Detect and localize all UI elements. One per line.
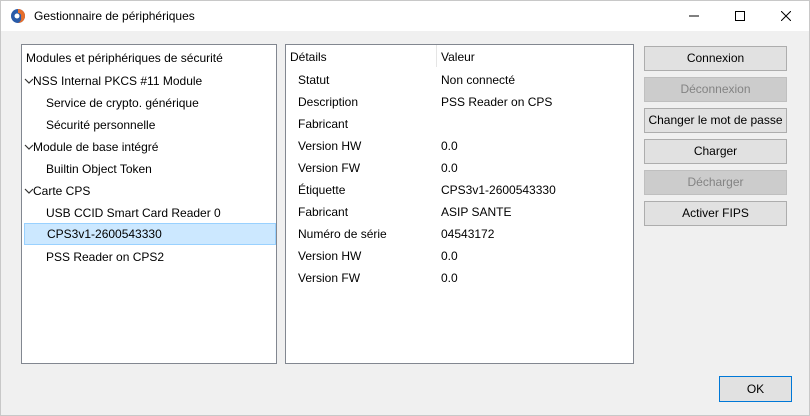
tree-item-personal-security[interactable]: Sécurité personnelle (24, 114, 276, 136)
column-separator[interactable] (436, 45, 437, 67)
detail-key: Fabricant (298, 205, 349, 219)
detail-value: 0.0 (441, 249, 458, 263)
security-modules-tree[interactable]: Modules et périphériques de sécurité NSS… (21, 44, 277, 364)
tree-item-label: Carte CPS (33, 184, 91, 198)
detail-row[interactable]: Numéro de série 04543172 (286, 223, 633, 245)
tree-item-label: PSS Reader on CPS2 (46, 250, 165, 264)
firefox-icon (11, 9, 25, 23)
tree-item-builtin-object-token[interactable]: Builtin Object Token (24, 158, 276, 180)
detail-row[interactable]: Version HW 0.0 (286, 245, 633, 267)
detail-key: Version HW (298, 249, 362, 263)
maximize-button[interactable] (717, 1, 763, 31)
deconnexion-button[interactable]: Déconnexion (644, 77, 787, 102)
tree-item-label: Service de crypto. générique (46, 96, 199, 110)
close-button[interactable] (763, 1, 809, 31)
detail-row[interactable]: Fabricant (286, 113, 633, 135)
detail-row[interactable]: Description PSS Reader on CPS (286, 91, 633, 113)
detail-value: 0.0 (441, 161, 458, 175)
minimize-button[interactable] (671, 1, 717, 31)
minimize-icon (689, 15, 699, 17)
detail-value: CPS3v1-2600543330 (441, 183, 556, 197)
detail-key: Description (298, 95, 359, 109)
connexion-button[interactable]: Connexion (644, 46, 787, 71)
charger-button[interactable]: Charger (644, 139, 787, 164)
detail-key: Fabricant (298, 117, 349, 131)
close-icon (781, 11, 791, 21)
activer-fips-button[interactable]: Activer FIPS (644, 201, 787, 226)
details-table[interactable]: Détails Valeur Statut Non connecté Descr… (285, 44, 634, 364)
tree-item-usb-ccid-reader[interactable]: USB CCID Smart Card Reader 0 (24, 202, 276, 224)
tree-item-label: Module de base intégré (33, 140, 159, 154)
change-password-button[interactable]: Changer le mot de passe (644, 108, 787, 133)
title-bar[interactable]: Gestionnaire de périphériques (1, 1, 809, 31)
detail-row[interactable]: Étiquette CPS3v1-2600543330 (286, 179, 633, 201)
tree-item-nss-internal-module[interactable]: NSS Internal PKCS #11 Module (24, 70, 276, 92)
detail-row[interactable]: Statut Non connecté (286, 69, 633, 91)
tree-item-label: CPS3v1-2600543330 (47, 227, 162, 241)
tree-header: Modules et périphériques de sécurité (26, 51, 223, 65)
detail-value: PSS Reader on CPS (441, 95, 553, 109)
detail-key: Version HW (298, 139, 362, 153)
tree-item-generic-crypto-service[interactable]: Service de crypto. générique (24, 92, 276, 114)
tree-item-pss-reader-cps2[interactable]: PSS Reader on CPS2 (24, 246, 276, 268)
detail-key: Statut (298, 73, 330, 87)
tree-item-label: NSS Internal PKCS #11 Module (33, 74, 203, 88)
detail-row[interactable]: Fabricant ASIP SANTE (286, 201, 633, 223)
column-header-details[interactable]: Détails (290, 45, 327, 69)
detail-key: Étiquette (298, 183, 346, 197)
device-manager-window: Gestionnaire de périphériques Modules et… (0, 0, 810, 416)
detail-row[interactable]: Version FW 0.0 (286, 157, 633, 179)
detail-value: Non connecté (441, 73, 516, 87)
detail-key: Version FW (298, 161, 361, 175)
tree-item-cps3v1[interactable]: CPS3v1-2600543330 (24, 223, 276, 245)
ok-button[interactable]: OK (719, 376, 792, 402)
tree-item-label: Sécurité personnelle (46, 118, 156, 132)
detail-value: ASIP SANTE (441, 205, 512, 219)
tree-item-label: Builtin Object Token (46, 162, 152, 176)
detail-key: Numéro de série (298, 227, 387, 241)
detail-value: 04543172 (441, 227, 495, 241)
detail-value: 0.0 (441, 271, 458, 285)
maximize-icon (735, 11, 745, 21)
tree-item-label: USB CCID Smart Card Reader 0 (46, 206, 221, 220)
tree-item-builtin-module[interactable]: Module de base intégré (24, 136, 276, 158)
detail-value: 0.0 (441, 139, 458, 153)
window-title: Gestionnaire de périphériques (34, 9, 195, 23)
detail-row[interactable]: Version HW 0.0 (286, 135, 633, 157)
detail-key: Version FW (298, 271, 361, 285)
detail-row[interactable]: Version FW 0.0 (286, 267, 633, 289)
decharger-button[interactable]: Décharger (644, 170, 787, 195)
tree-item-carte-cps[interactable]: Carte CPS (24, 180, 276, 202)
column-header-value[interactable]: Valeur (441, 45, 475, 69)
